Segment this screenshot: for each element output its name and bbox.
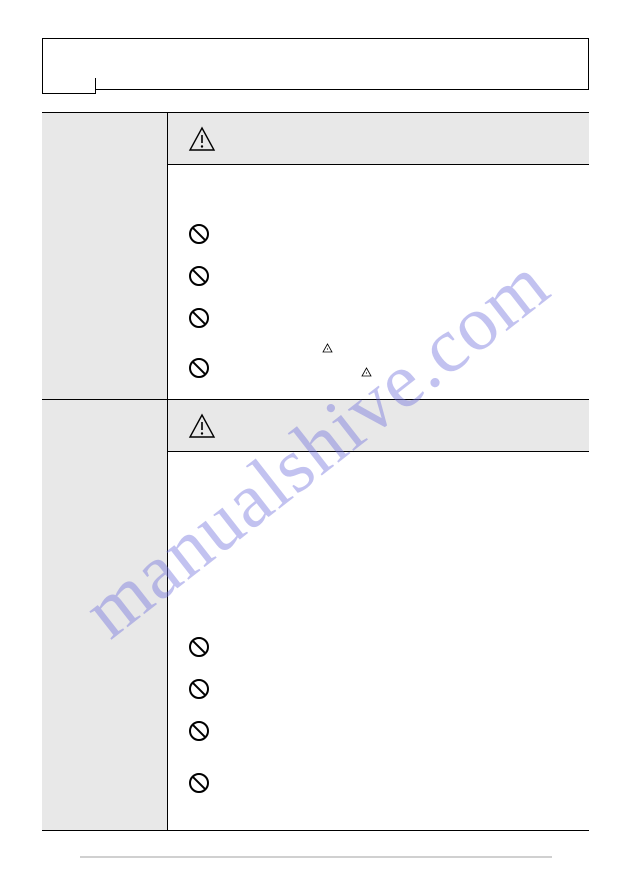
section-1 (42, 112, 589, 399)
section-2-label-column (42, 400, 167, 830)
section-2-warning-header (168, 400, 589, 452)
prohibition-row (188, 772, 589, 794)
prohibition-row (188, 307, 589, 329)
table-bottom-border (42, 830, 589, 831)
section-2-body (168, 452, 589, 830)
page-header-frame (42, 38, 589, 90)
mini-warning-icon (322, 343, 333, 353)
prohibition-row (188, 720, 589, 742)
mini-warning-icon (361, 367, 372, 377)
prohibition-icon (188, 636, 210, 658)
prohibition-row (188, 223, 589, 245)
prohibition-icon (188, 357, 210, 379)
content-table (42, 112, 589, 831)
warning-icon (188, 413, 216, 439)
prohibition-icon (188, 772, 210, 794)
warning-icon (188, 126, 216, 152)
prohibition-icon (188, 265, 210, 287)
prohibition-icon (188, 223, 210, 245)
prohibition-row (188, 265, 589, 287)
page-footer-rule (80, 856, 552, 858)
prohibition-row (188, 357, 589, 379)
section-1-body (168, 165, 589, 399)
prohibition-icon (188, 307, 210, 329)
page-header-tab (42, 78, 96, 94)
prohibition-icon (188, 678, 210, 700)
section-1-content-column (167, 113, 589, 399)
prohibition-icon (188, 720, 210, 742)
section-2-content-column (167, 400, 589, 830)
prohibition-row (188, 636, 589, 658)
prohibition-row (188, 678, 589, 700)
section-1-label-column (42, 113, 167, 399)
section-1-warning-header (168, 113, 589, 165)
section-2 (42, 399, 589, 830)
